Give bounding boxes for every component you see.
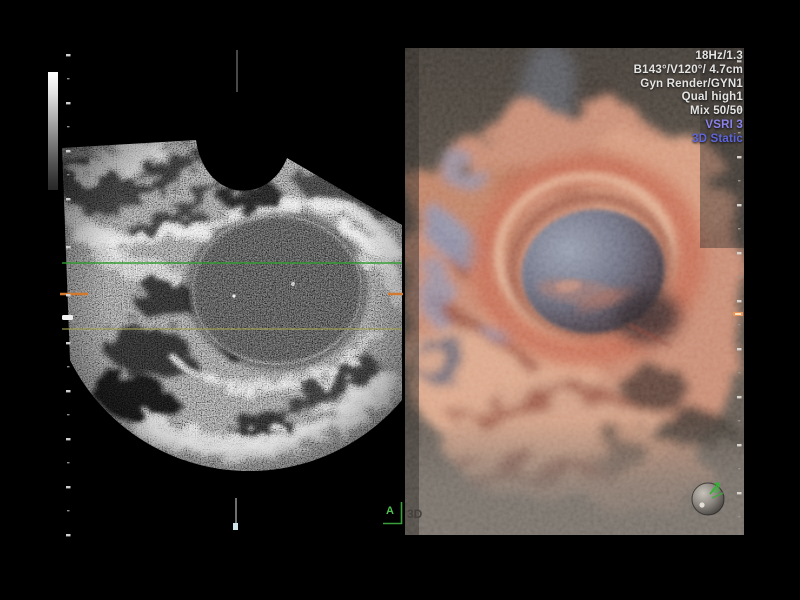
active-image-label: A [386,505,394,517]
hud-quality: Qual high1 [634,91,743,105]
focus-marker-core [735,313,741,315]
hud-vsri: VSRI 3 [634,119,743,133]
ultrasound-screen: 18Hz/1.3 B143°/V120°/ 4.7cm Gyn Render/G… [0,0,800,600]
orientation-ball-icon[interactable] [692,483,724,515]
grayscale-bar [48,72,58,190]
hud-frame-rate: 18Hz/1.3 [634,50,743,64]
render-pane-label: 3D [407,507,422,521]
focus-marker-left[interactable] [62,315,73,320]
hud-mix: Mix 50/50 [634,105,743,119]
b-mode-fan [46,120,413,500]
hud-overlay: 18Hz/1.3 B143°/V120°/ 4.7cm Gyn Render/G… [634,50,743,147]
hud-preset: Gyn Render/GYN1 [634,78,743,92]
depth-ruler-left [66,54,72,542]
hud-mode: 3D Static [634,133,743,147]
centerline-tip [233,523,238,530]
hud-geometry: B143°/V120°/ 4.7cm [634,64,743,78]
left-image-pane[interactable] [46,120,413,500]
